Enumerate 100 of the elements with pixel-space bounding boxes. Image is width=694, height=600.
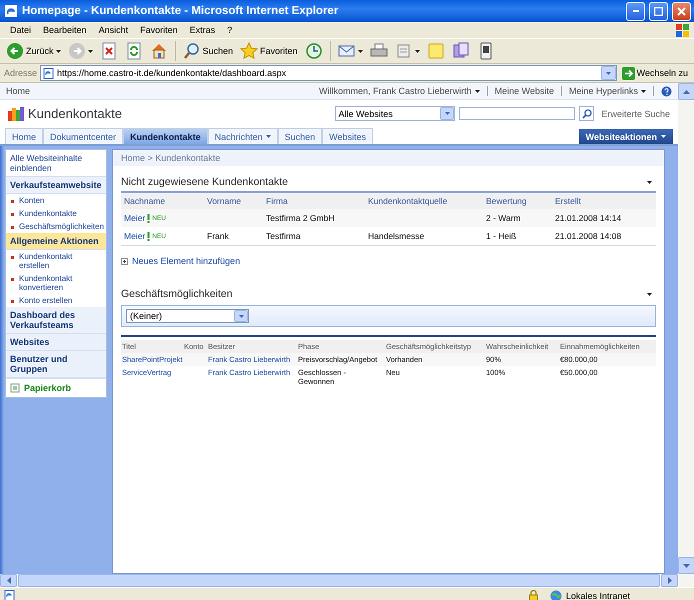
nav-heading[interactable]: Verkaufsteamwebsite	[6, 177, 106, 194]
menu-item[interactable]: Datei	[4, 25, 38, 35]
dropdown-button[interactable]	[600, 66, 616, 80]
advanced-search-link[interactable]: Erweiterte Suche	[601, 108, 670, 118]
section-title: Geschäftsmöglichkeiten	[121, 288, 232, 300]
caret-icon	[647, 292, 652, 296]
column-header[interactable]: Nachname	[124, 196, 166, 206]
nav-tab[interactable]: Kundenkontakte	[123, 128, 208, 144]
section-title: Nicht zugewiesene Kundenkontakte	[121, 176, 288, 188]
top-link[interactable]: Meine Hyperlinks	[568, 86, 646, 96]
nav-heading[interactable]: Dashboard des Verkaufsteams	[6, 307, 106, 334]
caret-icon	[641, 90, 646, 92]
nav-tab[interactable]: Nachrichten	[208, 128, 278, 144]
back-button[interactable]: Zurück	[4, 40, 63, 62]
welcome-menu[interactable]: Willkommen, Frank Castro Lieberwirth	[319, 86, 480, 96]
go-arrow-icon	[622, 66, 635, 80]
star-icon	[240, 42, 258, 60]
contact-link[interactable]: Meier	[124, 231, 146, 241]
caret-icon	[266, 135, 271, 138]
column-header[interactable]: Vorname	[207, 196, 242, 206]
browser-icon	[4, 4, 18, 18]
search-button[interactable]	[579, 106, 594, 121]
recycle-bin-link[interactable]: Papierkorb	[6, 378, 106, 397]
table-cell: Handelsmesse	[368, 231, 424, 241]
table-cell: Testfirma	[266, 231, 300, 241]
caret-icon	[358, 50, 363, 52]
caret-icon	[474, 90, 480, 92]
caret-icon	[238, 314, 244, 318]
scroll-left-icon	[6, 577, 10, 584]
caret-icon	[606, 72, 611, 74]
minimize-icon	[632, 10, 638, 12]
nav-tab[interactable]: Websites	[322, 128, 373, 144]
nav-tab[interactable]: Suchen	[278, 128, 322, 144]
caret-icon	[647, 180, 652, 184]
nav-item[interactable]: Geschäftsmöglichkeiten	[6, 220, 106, 233]
table-cell: 21.01.2008 14:08	[555, 231, 622, 241]
horizontal-scrollbar[interactable]	[0, 574, 694, 587]
site-title: Kundenkontakte	[28, 106, 123, 121]
top-link[interactable]: Meine Website	[494, 86, 554, 96]
caret-icon	[414, 50, 420, 52]
site-logo-icon	[8, 106, 24, 120]
table-cell: 21.01.2008 14:14	[555, 213, 622, 223]
nav-item[interactable]: Konten	[6, 194, 106, 207]
menu-item[interactable]: Extras	[184, 25, 222, 35]
add-item-link[interactable]: Neues Element hinzufügen	[121, 256, 656, 266]
favorites-button[interactable]: Favoriten	[238, 40, 300, 62]
menu-item[interactable]: Favoriten	[134, 25, 184, 35]
search-field[interactable]	[459, 107, 576, 120]
scroll-up-icon	[683, 90, 690, 94]
clock-icon	[304, 42, 323, 60]
go-button[interactable]: Wechseln zu	[620, 66, 690, 80]
nav-heading[interactable]: Allgemeine Aktionen	[6, 233, 106, 250]
nav-heading[interactable]: Benutzer und Gruppen	[6, 351, 106, 378]
caret-icon	[444, 112, 450, 115]
address-field[interactable]: https://home.castro-it.de/kundenkontakte/dashboard.aspx	[40, 65, 617, 81]
messenger-icon	[452, 42, 470, 60]
vertical-scrollbar[interactable]	[678, 83, 694, 574]
note-icon	[426, 42, 445, 60]
view-select[interactable]: (Keiner)	[126, 309, 249, 323]
address-label: Adresse	[4, 68, 38, 78]
page-icon	[43, 68, 54, 78]
home-link[interactable]: Home	[6, 86, 30, 96]
breadcrumb: Home > Kundenkontakte	[113, 150, 664, 166]
table-cell: Frank	[207, 231, 229, 241]
nav-item[interactable]: Kundenkontakt erstellen	[6, 250, 106, 272]
close-button[interactable]	[672, 2, 691, 20]
search-icon	[182, 42, 201, 60]
caret-icon	[56, 50, 61, 52]
menu-item[interactable]: Ansicht	[92, 25, 134, 35]
column-header[interactable]: Bewertung	[486, 196, 527, 206]
table-cell: Testfirma 2 GmbH	[266, 213, 334, 223]
help-icon[interactable]	[661, 86, 672, 96]
scroll-down-icon	[683, 564, 690, 568]
nav-tab[interactable]: Home	[5, 128, 44, 144]
column-header[interactable]: Erstellt	[555, 196, 581, 206]
menu-item[interactable]: Bearbeiten	[37, 25, 93, 35]
minimize-button[interactable]	[626, 2, 645, 20]
menu-item[interactable]: ?	[221, 25, 238, 35]
caret-icon	[88, 50, 93, 52]
home-icon	[150, 42, 168, 60]
nav-item[interactable]: Konto erstellen	[6, 294, 106, 307]
scroll-right-icon	[668, 577, 672, 584]
nav-item[interactable]: Kundenkontakt konvertieren	[6, 272, 106, 294]
windows-logo-icon	[676, 24, 690, 36]
recycle-bin-icon	[10, 383, 20, 393]
maximize-button[interactable]	[649, 2, 668, 20]
nav-heading[interactable]: Websites	[6, 334, 106, 351]
table-cell: 2 - Warm	[486, 213, 521, 223]
close-icon	[677, 6, 686, 16]
globe-icon	[550, 590, 562, 600]
nav-item[interactable]: Kundenkontakte	[6, 207, 106, 220]
column-header[interactable]: Kundenkontaktquelle	[368, 196, 448, 206]
page-status-icon	[4, 590, 15, 600]
search-button[interactable]: Suchen	[180, 40, 236, 62]
column-header[interactable]: Firma	[266, 196, 288, 206]
contact-link[interactable]: Meier	[124, 213, 146, 223]
site-actions-button[interactable]: Websiteaktionen	[578, 129, 673, 144]
search-scope-select[interactable]: Alle Websites	[335, 106, 456, 121]
lock-icon	[528, 590, 538, 600]
nav-tab[interactable]: Dokumentcenter	[43, 128, 124, 144]
